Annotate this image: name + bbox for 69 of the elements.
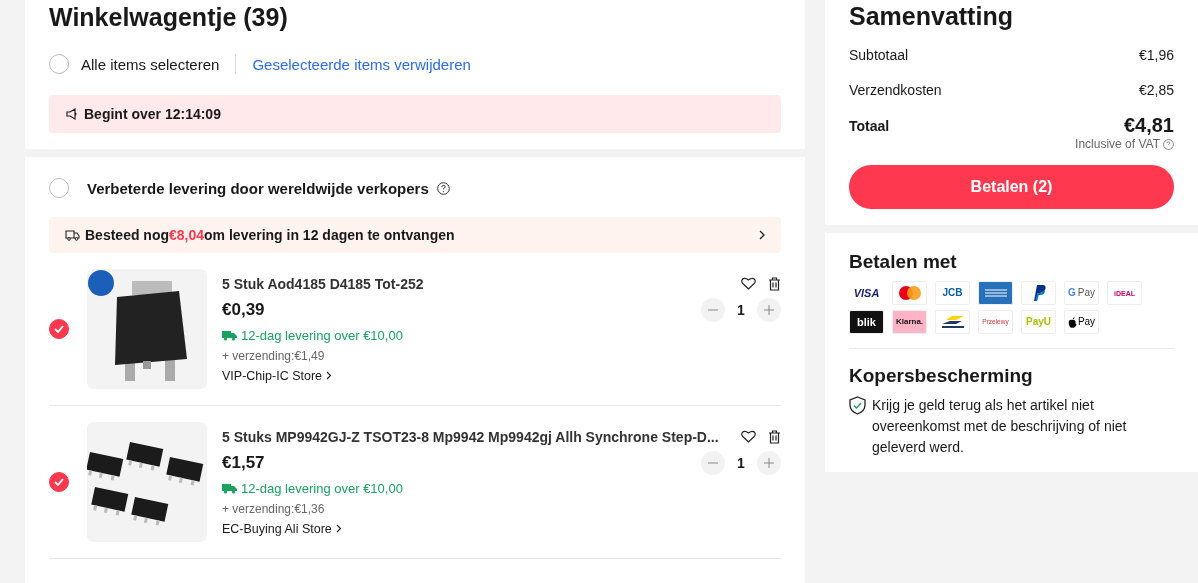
delivery-text: 12-dag levering over €10,00	[241, 480, 403, 496]
shipping-cost: + verzending:€1,49	[222, 348, 326, 363]
store-link[interactable]: EC-Buying Ali Store	[222, 521, 342, 536]
plus-icon	[764, 304, 774, 315]
payment-logo: Pay	[1064, 310, 1099, 334]
help-icon[interactable]	[436, 181, 450, 195]
select-all-checkbox[interactable]	[49, 54, 69, 74]
chevron-right-icon	[335, 524, 342, 533]
chevron-right-icon	[326, 371, 333, 380]
delivery-text: 12-dag levering over €10,00	[241, 327, 403, 343]
decrease-button[interactable]	[701, 297, 725, 322]
summary-value: €2,85	[1138, 81, 1174, 100]
trash-icon[interactable]	[768, 429, 781, 444]
shield-check-icon	[849, 396, 866, 415]
shipping-cost: + verzending:€1,36	[222, 501, 326, 516]
shipping-notice-text: Besteed nog€8,04om levering in 12 dagen te ontvangen	[85, 227, 456, 243]
total-label: Totaal	[849, 117, 890, 134]
vat-note: Inclusive of VAT	[1075, 137, 1160, 151]
product-price: €0,39	[222, 299, 265, 320]
trash-icon[interactable]	[768, 276, 781, 291]
minus-icon	[708, 461, 718, 464]
summary-label: Verzendkosten	[849, 81, 942, 100]
check-icon	[54, 325, 64, 333]
product-price: €1,57	[222, 452, 265, 473]
shipping-notice[interactable]: Besteed nog€8,04om levering in 12 dagen te ontvangen	[49, 217, 781, 253]
quantity-value: 1	[737, 301, 745, 318]
increase-button[interactable]	[757, 297, 781, 322]
truck-icon	[65, 229, 80, 241]
summary-title: Samenvatting	[849, 1, 1014, 32]
group-checkbox[interactable]	[49, 178, 69, 198]
group-title: Verbeterde levering door wereldwijde verkopers	[87, 179, 429, 197]
heart-icon[interactable]	[741, 277, 756, 290]
check-icon	[54, 478, 64, 486]
payment-logo: VISA	[852, 285, 881, 301]
amex-logo	[978, 281, 1013, 305]
protection-text: Krijg je geld terug als het artikel niet overeenkomst met de beschrijving of niet geleverd werd.	[872, 396, 1128, 457]
minus-icon	[708, 308, 718, 311]
payment-logo: PayU	[1021, 310, 1056, 334]
summary-label: Subtotaal	[849, 46, 909, 65]
payment-title: Betalen met	[849, 250, 958, 274]
payment-logo: G Pay	[1064, 281, 1099, 305]
megaphone-icon	[65, 107, 79, 121]
mastercard-logo	[892, 281, 927, 305]
countdown-text: Begint over 12:14:09	[84, 106, 221, 122]
select-all-label: Alle items selecteren	[81, 55, 220, 73]
pay-button[interactable]: Betalen (2)	[849, 165, 1174, 209]
truck-icon	[222, 482, 237, 494]
decrease-button[interactable]	[701, 450, 725, 475]
product-title[interactable]: 5 Stuks MP9942GJ-Z TSOT23-8 Mp9942 Mp9942gj Allh Synchrone Step-D...	[222, 428, 729, 445]
truck-icon	[222, 329, 237, 341]
bancontact-logo	[935, 310, 970, 334]
chevron-right-icon	[759, 230, 765, 240]
paypal-logo	[1021, 281, 1056, 305]
quantity-value: 1	[737, 454, 745, 471]
heart-icon[interactable]	[741, 430, 756, 443]
total-value: €4,81	[1123, 114, 1174, 137]
item-checkbox[interactable]	[49, 319, 69, 339]
protection-title: Kopersbescherming	[849, 364, 1034, 388]
delete-selected-link[interactable]: Geselecteerde items verwijderen	[252, 55, 471, 73]
item-checkbox[interactable]	[49, 472, 69, 492]
product-title[interactable]: 5 Stuk Aod4185 D4185 Tot-252	[222, 275, 729, 292]
payment-logo: JCB	[935, 281, 970, 305]
increase-button[interactable]	[757, 450, 781, 475]
payment-logo: Klarna.	[892, 310, 927, 334]
plus-icon	[764, 457, 774, 468]
store-link[interactable]: VIP-Chip-IC Store	[222, 368, 333, 383]
payment-logo: blik	[849, 310, 884, 334]
cart-title: Winkelwagentje (39)	[49, 2, 289, 33]
summary-value: €1,96	[1138, 46, 1174, 65]
